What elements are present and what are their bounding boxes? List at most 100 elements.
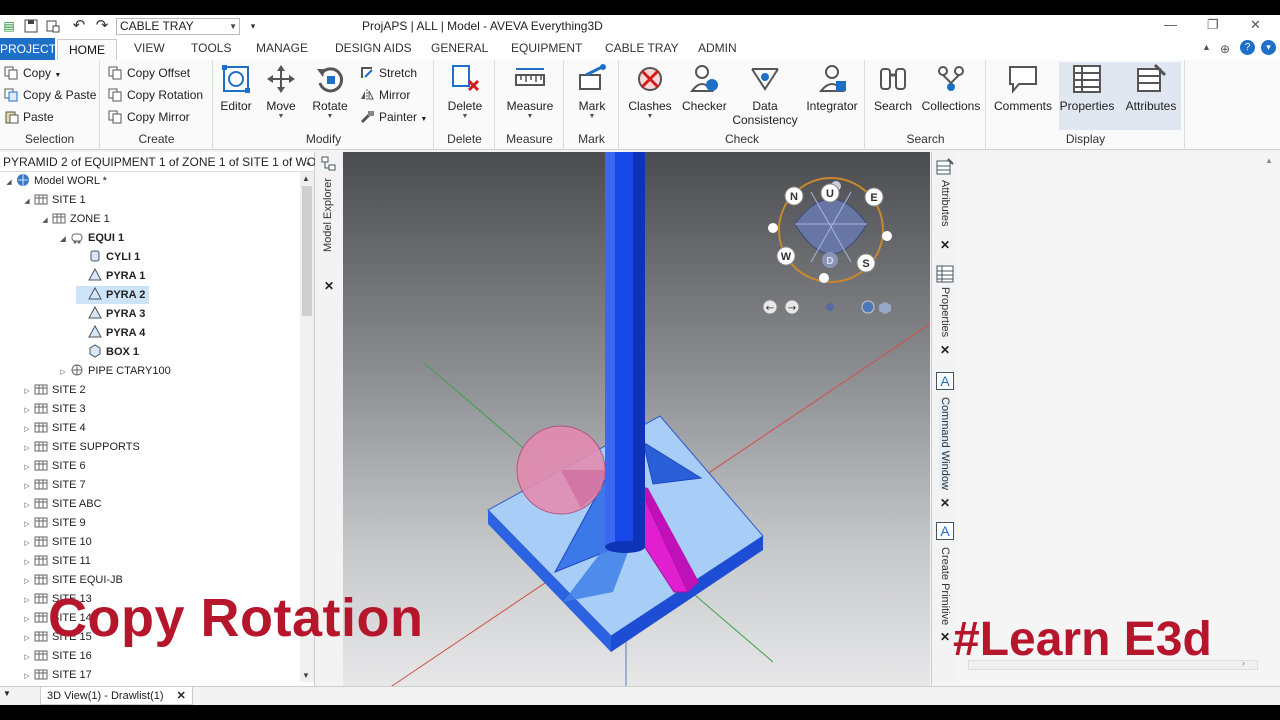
expand-icon[interactable]: ◢ — [22, 193, 32, 211]
tree-node-box[interactable]: BOX 1 — [76, 343, 139, 361]
expand-icon[interactable]: ◢ — [40, 212, 50, 230]
command-window-icon[interactable]: A — [936, 372, 954, 390]
tree-node-site[interactable]: ▷ SITE ABC — [22, 495, 101, 515]
tab-admin[interactable]: ADMIN — [698, 41, 737, 55]
expand-icon[interactable]: ◢ — [58, 231, 68, 249]
expand-icon[interactable]: ▷ — [22, 554, 32, 572]
copy-mirror-button[interactable]: Copy Mirror — [108, 108, 190, 126]
expand-icon[interactable]: ▷ — [22, 535, 32, 553]
attributes-button[interactable]: Attributes — [1121, 63, 1181, 113]
integrator-button[interactable]: Integrator — [804, 63, 860, 113]
expand-icon[interactable]: ▷ — [22, 516, 32, 534]
tab-home[interactable]: HOME — [57, 39, 117, 61]
painter-button[interactable]: Painter ▼ — [360, 108, 427, 126]
tab-equipment[interactable]: EQUIPMENT — [511, 41, 582, 55]
customize-qat-icon[interactable]: ▾ — [246, 19, 260, 33]
chevron-down-icon[interactable]: ▼ — [3, 689, 11, 698]
tab-properties[interactable]: Properties — [939, 287, 951, 337]
clashes-button[interactable]: Clashes ▼ — [628, 63, 672, 120]
move-button[interactable]: Move ▼ — [262, 63, 300, 120]
expand-icon[interactable]: ▷ — [22, 592, 32, 610]
orbit-handle[interactable] — [819, 273, 829, 283]
expand-icon[interactable]: ▷ — [22, 478, 32, 496]
tab-design-aids[interactable]: DESIGN AIDS — [335, 41, 412, 55]
collapse-ribbon-icon[interactable]: ▲ — [1202, 42, 1211, 52]
restore-icon[interactable]: ❐ — [1207, 17, 1219, 33]
info-icon[interactable]: ▾ — [1261, 40, 1276, 55]
tree-node-pyramid[interactable]: PYRA 1 — [76, 267, 145, 285]
minimize-icon[interactable]: — — [1164, 17, 1177, 32]
tab-manage[interactable]: MANAGE — [256, 41, 308, 55]
tab-command-window[interactable]: Command Window — [939, 397, 951, 490]
search-button[interactable]: Search — [872, 63, 914, 113]
tab-general[interactable]: GENERAL — [431, 41, 488, 55]
tab-project[interactable]: PROJECT — [0, 38, 56, 60]
tree-node-site[interactable]: ▷ SITE 4 — [22, 419, 85, 437]
create-primitive-icon[interactable]: A — [936, 522, 954, 540]
tab-3d-view[interactable]: 3D View(1) - Drawlist(1) ✕ — [40, 687, 193, 705]
close-icon[interactable]: ✕ — [177, 690, 186, 702]
scroll-up-icon[interactable]: ▲ — [1265, 156, 1273, 165]
tree-node-zone[interactable]: ◢ ZONE 1 — [40, 210, 109, 230]
expand-icon[interactable]: ▷ — [58, 364, 68, 382]
iso-view-icon[interactable] — [879, 302, 891, 314]
expand-icon[interactable]: ▷ — [22, 611, 32, 629]
paste-button[interactable]: Paste — [4, 108, 54, 126]
scroll-right-icon[interactable]: › — [1242, 658, 1245, 668]
tree-node-pyramid-selected[interactable]: PYRA 2 — [76, 286, 150, 304]
tab-view[interactable]: VIEW — [134, 41, 165, 55]
properties-icon[interactable] — [936, 265, 954, 288]
expand-icon[interactable]: ▷ — [22, 573, 32, 591]
tree-node-cylinder[interactable]: CYLI 1 — [76, 248, 140, 266]
mark-button[interactable]: Mark ▼ — [573, 63, 611, 120]
close-icon[interactable]: ✕ — [1250, 17, 1261, 33]
tree-node-site[interactable]: ▷ SITE 9 — [22, 514, 85, 534]
home-view-icon[interactable] — [861, 300, 875, 314]
center-view-icon[interactable] — [826, 303, 834, 311]
help-icon[interactable]: ? — [1240, 40, 1255, 55]
stretch-button[interactable]: Stretch — [360, 64, 417, 82]
orbit-handle[interactable] — [882, 231, 892, 241]
close-icon[interactable]: ✕ — [940, 496, 950, 510]
tree-node-site[interactable]: ▷ SITE 10 — [22, 533, 91, 553]
scroll-down-icon[interactable]: ▼ — [302, 671, 310, 680]
expand-icon[interactable]: ▷ — [22, 649, 32, 667]
expand-icon[interactable]: ▷ — [22, 402, 32, 420]
tree-node-site[interactable]: ▷ SITE 17 — [22, 666, 91, 682]
tree-node-site[interactable]: ▷ SITE 11 — [22, 552, 91, 570]
selection-sphere[interactable] — [516, 425, 606, 515]
collections-button[interactable]: Collections — [920, 63, 982, 113]
tree-node-pyramid[interactable]: PYRA 3 — [76, 305, 145, 323]
3d-viewport[interactable]: N U E W D S ← → — [343, 152, 930, 692]
orbit-handle[interactable] — [768, 223, 778, 233]
expand-icon[interactable]: ▷ — [22, 497, 32, 515]
copy-paste-button[interactable]: Copy & Paste — [4, 86, 96, 104]
editor-button[interactable]: Editor — [218, 63, 254, 113]
save-workspace-icon[interactable] — [46, 19, 60, 33]
view-cube[interactable]: N U E W D S — [768, 177, 892, 283]
expand-icon[interactable]: ▷ — [22, 383, 32, 401]
close-icon[interactable]: ✕ — [940, 238, 950, 252]
tree-node-world[interactable]: ◢ Model WORL * — [4, 172, 107, 190]
tree-node-pipe[interactable]: ▷ PIPE CTARY100 — [58, 362, 171, 380]
tab-attributes[interactable]: Attributes — [939, 180, 951, 226]
crosshair-icon[interactable]: ⊕ — [1220, 42, 1230, 56]
tab-model-explorer[interactable]: Model Explorer — [322, 178, 334, 252]
data-consistency-button[interactable]: Data Consistency — [730, 63, 800, 127]
copy-rotation-button[interactable]: Copy Rotation — [108, 86, 203, 104]
tree-node-site[interactable]: ▷ SITE 7 — [22, 476, 85, 496]
properties-button[interactable]: Properties — [1057, 63, 1117, 113]
close-icon[interactable]: ✕ — [324, 279, 334, 293]
undo-icon[interactable]: ↶ — [72, 18, 86, 33]
expand-icon[interactable]: ◢ — [4, 174, 14, 192]
3d-scene[interactable]: N U E W D S ← → — [343, 152, 930, 692]
rotate-button[interactable]: Rotate ▼ — [310, 63, 350, 120]
mirror-button[interactable]: Mirror — [360, 86, 410, 104]
expand-icon[interactable]: ▷ — [22, 630, 32, 648]
tab-tools[interactable]: TOOLS — [191, 41, 231, 55]
tree-node-site[interactable]: ▷ SITE 6 — [22, 457, 85, 475]
tree-node-site[interactable]: ▷ SITE 2 — [22, 381, 85, 401]
tree-node-site[interactable]: ▷ SITE 3 — [22, 400, 85, 420]
expand-icon[interactable]: ▷ — [22, 440, 32, 458]
explorer-breadcrumb[interactable]: PYRAMID 2 of EQUIPMENT 1 of ZONE 1 of SI… — [0, 152, 315, 172]
